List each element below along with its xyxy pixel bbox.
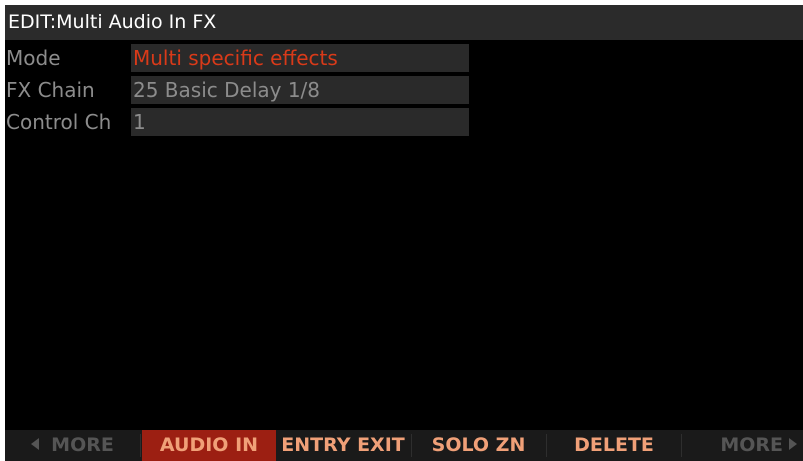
param-label-mode: Mode [6,46,61,70]
softkey-delete[interactable]: DELETE [547,430,681,461]
param-value-mode[interactable]: Multi specific effects [131,44,469,72]
param-label-control-ch: Control Ch [6,110,112,134]
arrow-right-icon [789,437,797,450]
page-title: EDIT:Multi Audio In FX [5,5,803,40]
param-label-fx-chain: FX Chain [6,78,95,102]
param-row-control-ch[interactable]: Control Ch 1 [5,107,475,137]
softkey-more-left[interactable]: MORE [5,430,140,461]
softkey-audio-in-label: AUDIO IN [159,434,259,456]
arrow-left-icon [31,437,40,450]
param-row-mode[interactable]: Mode Multi specific effects [5,43,475,73]
softkey-more-right-label: MORE [720,434,783,456]
softkey-solo-zn[interactable]: SOLO ZN [412,430,545,461]
softkey-more-left-label: MORE [51,434,114,456]
softkey-entry-exit-label: ENTRY EXIT [281,434,405,456]
softkey-solo-zn-label: SOLO ZN [431,434,526,456]
param-row-fx-chain[interactable]: FX Chain 25 Basic Delay 1/8 [5,75,475,105]
param-value-control-ch[interactable]: 1 [131,108,469,136]
param-value-fx-chain[interactable]: 25 Basic Delay 1/8 [131,76,469,104]
softkey-divider [140,434,141,457]
softkey-delete-label: DELETE [574,434,654,456]
softkey-more-right[interactable]: MORE [682,430,803,461]
display-screen: EDIT:Multi Audio In FX Mode Multi specif… [5,5,803,461]
softkey-entry-exit[interactable]: ENTRY EXIT [276,430,410,461]
softkey-audio-in[interactable]: AUDIO IN [142,430,276,461]
softkey-bar: MORE AUDIO IN ENTRY EXIT SOLO ZN DELETE … [5,430,803,461]
